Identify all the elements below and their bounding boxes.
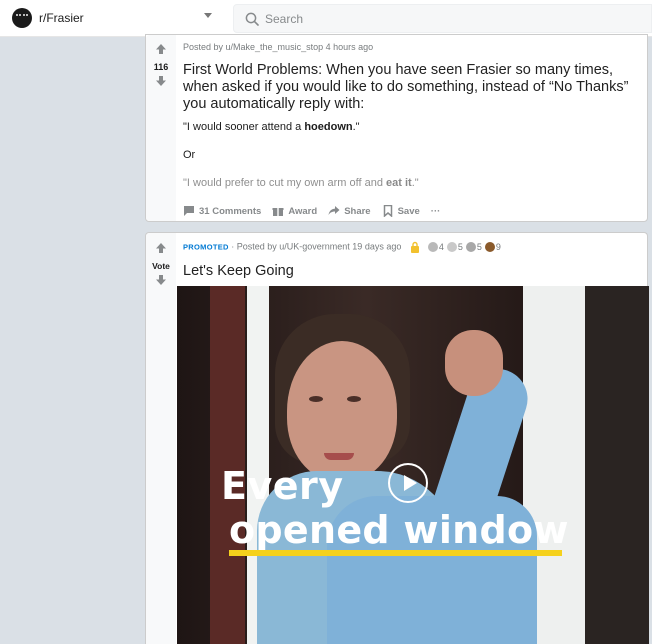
comment-icon <box>184 206 194 216</box>
downvote-icon[interactable] <box>155 75 167 87</box>
search-bar[interactable] <box>233 4 652 33</box>
top-bar: r/Frasier <box>0 0 652 37</box>
post-card[interactable]: 116 Posted by u/Make_the_music_stop 4 ho… <box>145 34 648 222</box>
post-meta[interactable]: Posted by u/Make_the_music_stop 4 hours … <box>183 42 373 52</box>
ad-headline-line2: opened window <box>229 508 569 552</box>
bookmark-icon <box>383 205 392 217</box>
vote-column: Vote <box>146 233 176 644</box>
post-title[interactable]: First World Problems: When you have seen… <box>183 62 645 113</box>
subreddit-selector[interactable]: r/Frasier <box>8 4 220 32</box>
play-icon[interactable] <box>388 463 428 503</box>
share-icon <box>328 206 340 215</box>
chevron-down-icon <box>204 13 212 18</box>
subreddit-avatar <box>12 8 32 28</box>
gift-icon <box>272 208 284 216</box>
promoted-label: PROMOTED <box>183 242 229 252</box>
more-options-button[interactable]: ··· <box>431 206 441 217</box>
vote-label: Vote <box>152 261 170 271</box>
search-input[interactable] <box>265 11 625 26</box>
headline-underline <box>229 550 562 556</box>
awards-row[interactable]: 4 5 5 9 <box>410 241 504 253</box>
ad-video-thumbnail[interactable]: Every opened window <box>177 286 649 644</box>
upvote-icon[interactable] <box>155 43 167 55</box>
ad-headline-line1: Every <box>221 464 344 508</box>
upvote-icon[interactable] <box>155 242 167 254</box>
lock-icon <box>410 241 419 253</box>
post-actions: 31 Comments Award Share Save ··· <box>183 203 451 219</box>
person-eye <box>309 396 323 402</box>
person-eye <box>347 396 361 402</box>
search-icon <box>245 12 259 26</box>
room-shadow <box>585 286 649 644</box>
person-mouth <box>324 453 354 460</box>
person-hand <box>445 330 503 396</box>
vote-count: 116 <box>153 62 169 72</box>
award-button[interactable]: Award <box>272 205 317 217</box>
vote-column: 116 <box>146 35 176 221</box>
post-body-line: Or <box>183 149 196 161</box>
silver-award-icon: 5 <box>465 242 482 252</box>
bear-award-icon: 9 <box>484 242 501 252</box>
post-meta: PROMOTED · Posted by u/UK-government 19 … <box>183 241 504 253</box>
post-author-info[interactable]: · Posted by u/UK-government 19 days ago <box>231 241 401 251</box>
wholesome-award-icon: 5 <box>446 242 463 252</box>
person-face <box>287 341 397 481</box>
subreddit-name: r/Frasier <box>39 11 84 25</box>
helpful-award-icon: 4 <box>427 242 444 252</box>
promoted-post-card[interactable]: Vote PROMOTED · Posted by u/UK-governmen… <box>145 232 649 644</box>
downvote-icon[interactable] <box>155 274 167 286</box>
post-body-line: "I would prefer to cut my own arm off an… <box>183 177 419 189</box>
post-title[interactable]: Let's Keep Going <box>183 263 294 280</box>
share-button[interactable]: Share <box>328 205 371 217</box>
comments-button[interactable]: 31 Comments <box>183 205 261 217</box>
save-button[interactable]: Save <box>382 205 420 217</box>
post-body-line: "I would sooner attend a hoedown." <box>183 121 360 133</box>
